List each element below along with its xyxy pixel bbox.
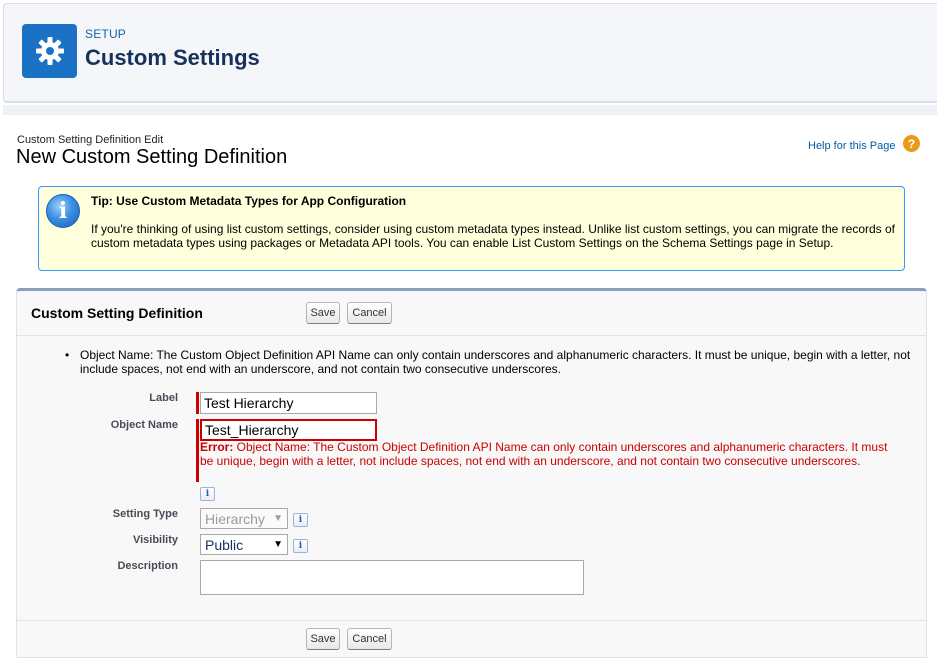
tip-title: Tip: Use Custom Metadata Types for App C… xyxy=(91,194,407,208)
visibility-select[interactable]: Public ▼ xyxy=(200,534,288,555)
setting-type-value: Hierarchy xyxy=(205,510,265,527)
required-indicator xyxy=(196,419,199,482)
save-button-bottom[interactable]: Save xyxy=(306,628,340,650)
breadcrumb[interactable]: SETUP xyxy=(85,27,126,41)
label-field-label: Label xyxy=(149,392,178,404)
help-link[interactable]: Help for this Page xyxy=(808,140,895,152)
description-field-label: Description xyxy=(117,560,178,572)
setting-type-info-icon[interactable]: i xyxy=(293,513,308,527)
cancel-button-bottom[interactable]: Cancel xyxy=(347,628,392,650)
cancel-button-top[interactable]: Cancel xyxy=(347,302,392,324)
info-icon: i xyxy=(46,194,80,228)
panel-title: Custom Setting Definition xyxy=(31,305,203,321)
page-title: New Custom Setting Definition xyxy=(16,146,288,168)
tip-text: If you're thinking of using list custom … xyxy=(91,222,896,250)
page-subtitle: Custom Setting Definition Edit xyxy=(17,134,164,146)
setting-type-select: Hierarchy ▼ xyxy=(200,508,288,529)
help-icon[interactable]: ? xyxy=(903,135,920,152)
validation-notice: Object Name: The Custom Object Definitio… xyxy=(80,348,911,376)
chevron-down-icon: ▼ xyxy=(273,513,283,524)
label-input[interactable]: Test Hierarchy xyxy=(200,392,377,414)
error-text: Object Name: The Custom Object Definitio… xyxy=(200,440,888,468)
save-button-top[interactable]: Save xyxy=(306,302,340,324)
gear-icon xyxy=(22,24,77,78)
object-name-error-message: Error: Object Name: The Custom Object De… xyxy=(200,440,900,468)
header-separator xyxy=(3,105,937,115)
panel-header: Custom Setting Definition xyxy=(17,291,926,336)
visibility-field-label: Visibility xyxy=(132,534,178,546)
custom-setting-definition-panel: Custom Setting Definition xyxy=(16,288,927,658)
object-name-info-icon[interactable]: i xyxy=(200,487,215,501)
visibility-info-icon[interactable]: i xyxy=(293,539,308,553)
setting-type-field-label: Setting Type xyxy=(112,508,178,520)
chevron-down-icon: ▼ xyxy=(273,539,283,550)
description-textarea[interactable] xyxy=(200,560,584,595)
page-header-title: Custom Settings xyxy=(85,45,260,70)
required-indicator xyxy=(196,392,199,414)
object-name-input[interactable]: Test_Hierarchy xyxy=(200,419,377,441)
object-name-field-label: Object Name xyxy=(110,419,178,431)
panel-footer-divider xyxy=(17,620,926,621)
error-prefix: Error: xyxy=(200,440,234,454)
bullet-icon: • xyxy=(65,348,70,362)
tip-message-box: i Tip: Use Custom Metadata Types for App… xyxy=(38,186,905,271)
visibility-value: Public xyxy=(205,536,244,553)
setup-header: SETUP Custom Settings xyxy=(3,3,937,103)
